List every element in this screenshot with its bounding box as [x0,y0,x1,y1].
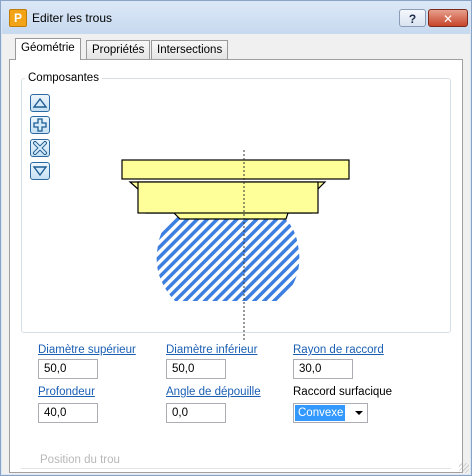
angle-de-depouille-label[interactable]: Angle de dépouille [166,386,261,398]
counterbore-body [137,181,319,214]
window-title: Editer les trous [32,11,113,25]
raccord-surfacique-label: Raccord surfacique [293,386,393,398]
diametre-superieur-field[interactable]: 50,0 [38,359,98,379]
angle-de-depouille-field[interactable]: 0,0 [166,403,226,423]
move-down-button[interactable] [30,162,50,180]
rayon-de-raccord-field[interactable]: 30,0 [293,359,353,379]
plus-icon [33,118,47,132]
position-du-trou-label: Position du trou [40,454,120,466]
raccord-surfacique-select[interactable]: Convexe [293,403,368,423]
position-du-trou-divider [21,468,451,469]
composantes-title: Composantes [25,72,102,84]
close-button[interactable]: ✕ [428,9,468,27]
diametre-inferieur-field[interactable]: 50,0 [166,359,226,379]
app-icon: P [9,9,27,27]
diametre-superieur-label[interactable]: Diamètre supérieur [38,344,136,356]
profondeur-label[interactable]: Profondeur [38,386,95,398]
diametre-inferieur-label[interactable]: Diamètre inférieur [166,344,257,356]
x-delete-icon [33,141,47,155]
tab-proprietes[interactable]: Propriétés [86,40,151,59]
move-up-button[interactable] [30,94,50,112]
resize-grip[interactable] [459,463,469,473]
triangle-up-icon [32,97,48,108]
profondeur-field[interactable]: 40,0 [38,403,98,423]
geometry-panel: Composantes Diamètre supérieur 50,0 Diam… [9,59,463,473]
tab-geometrie[interactable]: Géométrie [15,38,81,60]
tab-intersections[interactable]: Intersections [151,40,229,59]
chevron-down-icon[interactable] [355,411,363,415]
dialog-client: Géométrie Propriétés Intersections Compo… [5,35,467,473]
triangle-down-icon [32,166,48,177]
rayon-de-raccord-label[interactable]: Rayon de raccord [293,344,384,356]
hatched-body-section [156,215,300,301]
dialog-window: P Editer les trous ? ✕ Géométrie Proprié… [0,0,472,476]
raccord-surfacique-value: Convexe [295,405,345,421]
delete-component-button[interactable] [30,139,50,157]
add-component-button[interactable] [30,116,50,134]
title-bar[interactable]: P Editer les trous ? ✕ [2,2,470,34]
counterbore-top-lip [121,159,350,180]
hole-profile-drawing [121,150,350,340]
help-button[interactable]: ? [399,9,426,27]
